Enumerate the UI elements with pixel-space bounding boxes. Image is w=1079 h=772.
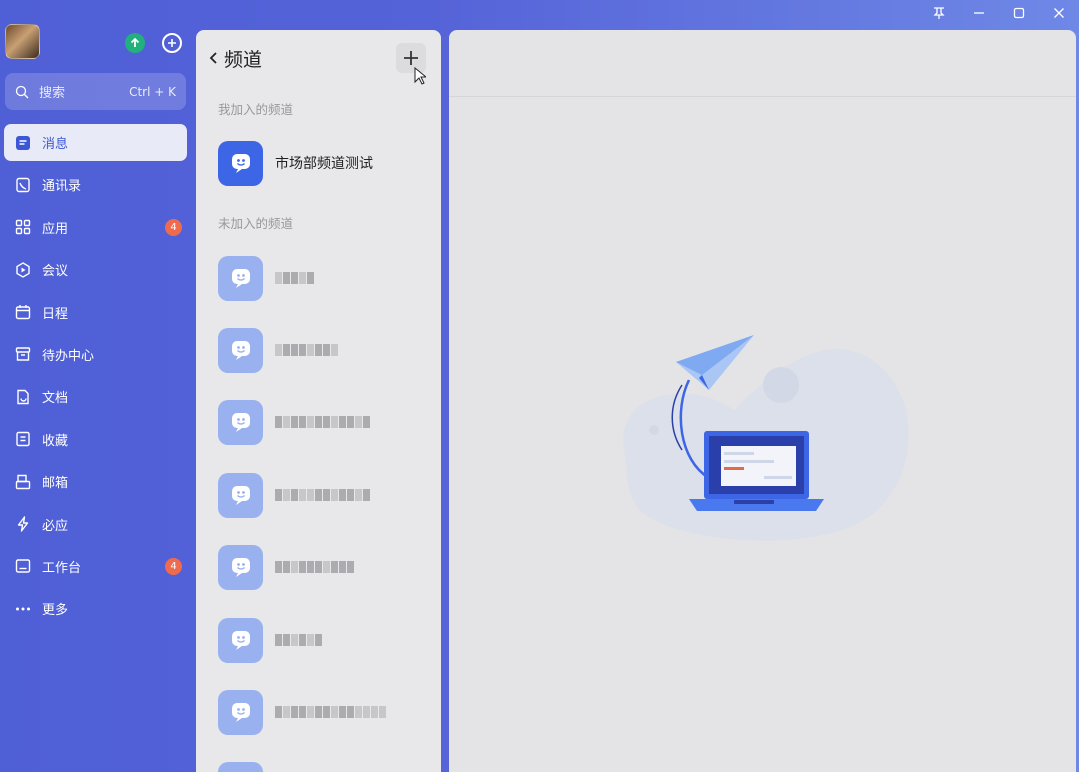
channel-panel: 频道 我加入的频道 市场部频道测试 未加入的频道 — [196, 30, 441, 772]
nav-item-favorites[interactable]: 收藏 — [4, 421, 187, 458]
nav-item-docs[interactable]: 文档 — [4, 378, 187, 415]
channel-avatar-icon — [218, 617, 263, 663]
close-icon[interactable] — [1039, 0, 1079, 26]
mail-icon — [14, 473, 32, 491]
search-icon — [15, 85, 29, 98]
sidebar: 搜索 Ctrl + K 消息 通讯录 应用 4 会议 日程 待办中心 文档 收藏… — [0, 0, 196, 772]
channel-item[interactable] — [218, 544, 433, 590]
unjoined-section-title: 未加入的频道 — [218, 216, 294, 231]
empty-state-illustration — [623, 335, 909, 541]
pin-icon[interactable] — [919, 0, 959, 26]
nav-item-label: 通讯录 — [42, 179, 82, 195]
meeting-icon — [14, 261, 32, 279]
nav-item-apps[interactable]: 应用 4 — [4, 209, 187, 246]
nav-item-label: 会议 — [42, 264, 69, 280]
message-icon — [14, 134, 32, 152]
nav-item-label: 消息 — [42, 137, 69, 152]
avatar[interactable] — [5, 24, 40, 59]
channel-name: 市场部频道测试 — [275, 156, 373, 172]
channel-item[interactable] — [218, 399, 433, 445]
channel-avatar-icon — [218, 255, 263, 301]
nav-item-mail[interactable]: 邮箱 — [4, 463, 187, 500]
panel-header: 频道 — [196, 30, 441, 86]
calendar-icon — [14, 303, 32, 321]
nav-item-label: 工作台 — [42, 560, 82, 576]
apps-badge: 4 — [165, 218, 182, 236]
nav-item-label: 更多 — [42, 603, 69, 619]
channel-avatar-icon — [218, 472, 263, 518]
nav-item-label: 文档 — [42, 391, 69, 407]
nav-item-label: 待办中心 — [42, 348, 95, 364]
plus-icon — [404, 51, 418, 65]
nav-item-meeting[interactable]: 会议 — [4, 251, 187, 288]
nav-item-label: 日程 — [42, 306, 69, 322]
contacts-icon — [14, 176, 32, 194]
ding-icon — [14, 515, 32, 533]
nav-item-todo[interactable]: 待办中心 — [4, 336, 187, 373]
nav-list: 消息 通讯录 应用 4 会议 日程 待办中心 文档 收藏 邮箱 必应 工作台 4… — [4, 124, 187, 633]
mouse-cursor-icon — [414, 67, 426, 85]
redacted-channel-name — [275, 561, 354, 573]
redacted-channel-name — [275, 344, 338, 356]
nav-item-label: 必应 — [42, 518, 69, 534]
channel-item[interactable] — [218, 472, 433, 518]
redacted-channel-name — [275, 706, 386, 718]
workbench-badge: 4 — [165, 557, 182, 575]
workbench-icon — [14, 557, 32, 575]
upload-icon[interactable] — [125, 33, 145, 53]
nav-item-calendar[interactable]: 日程 — [4, 294, 187, 331]
channel-item[interactable] — [218, 255, 433, 301]
channel-item[interactable] — [218, 689, 433, 735]
nav-item-contacts[interactable]: 通讯录 — [4, 166, 187, 203]
maximize-icon[interactable] — [999, 0, 1039, 26]
channel-item[interactable]: 市场部频道测试 — [218, 140, 433, 186]
channel-avatar-icon — [218, 689, 263, 735]
channel-avatar-icon — [218, 761, 263, 772]
add-circle-icon[interactable] — [162, 33, 182, 53]
channel-item[interactable] — [218, 617, 433, 663]
channel-avatar-icon — [218, 399, 263, 445]
search-input[interactable]: 搜索 Ctrl + K — [5, 73, 186, 110]
search-placeholder: 搜索 — [39, 86, 66, 101]
back-button[interactable]: 频道 — [208, 44, 262, 72]
redacted-channel-name — [275, 634, 322, 646]
nav-item-messages[interactable]: 消息 — [4, 124, 187, 161]
nav-item-more[interactable]: 更多 — [4, 590, 187, 627]
search-shortcut: Ctrl + K — [129, 84, 176, 99]
panel-title: 频道 — [224, 48, 263, 71]
channel-avatar-icon — [218, 327, 263, 373]
channel-avatar-icon — [218, 140, 263, 186]
more-icon — [14, 600, 32, 618]
nav-item-label: 邮箱 — [42, 476, 69, 492]
main-topbar — [449, 30, 1076, 97]
main-content — [449, 30, 1076, 772]
redacted-channel-name — [275, 416, 370, 428]
joined-section-title: 我加入的频道 — [218, 102, 294, 117]
redacted-channel-name — [275, 489, 370, 501]
channel-item[interactable] — [218, 327, 433, 373]
chevron-left-icon — [209, 52, 217, 64]
bookmark-icon — [14, 430, 32, 448]
document-icon — [14, 388, 32, 406]
nav-item-workbench[interactable]: 工作台 4 — [4, 548, 187, 585]
window-controls — [919, 0, 1079, 26]
minimize-icon[interactable] — [959, 0, 999, 26]
nav-item-label: 收藏 — [42, 433, 69, 449]
redacted-channel-name — [275, 272, 314, 284]
nav-item-label: 应用 — [42, 221, 69, 237]
nav-item-ding[interactable]: 必应 — [4, 506, 187, 543]
channel-item[interactable] — [218, 761, 433, 772]
apps-icon — [14, 218, 32, 236]
todo-icon — [14, 345, 32, 363]
channel-avatar-icon — [218, 544, 263, 590]
